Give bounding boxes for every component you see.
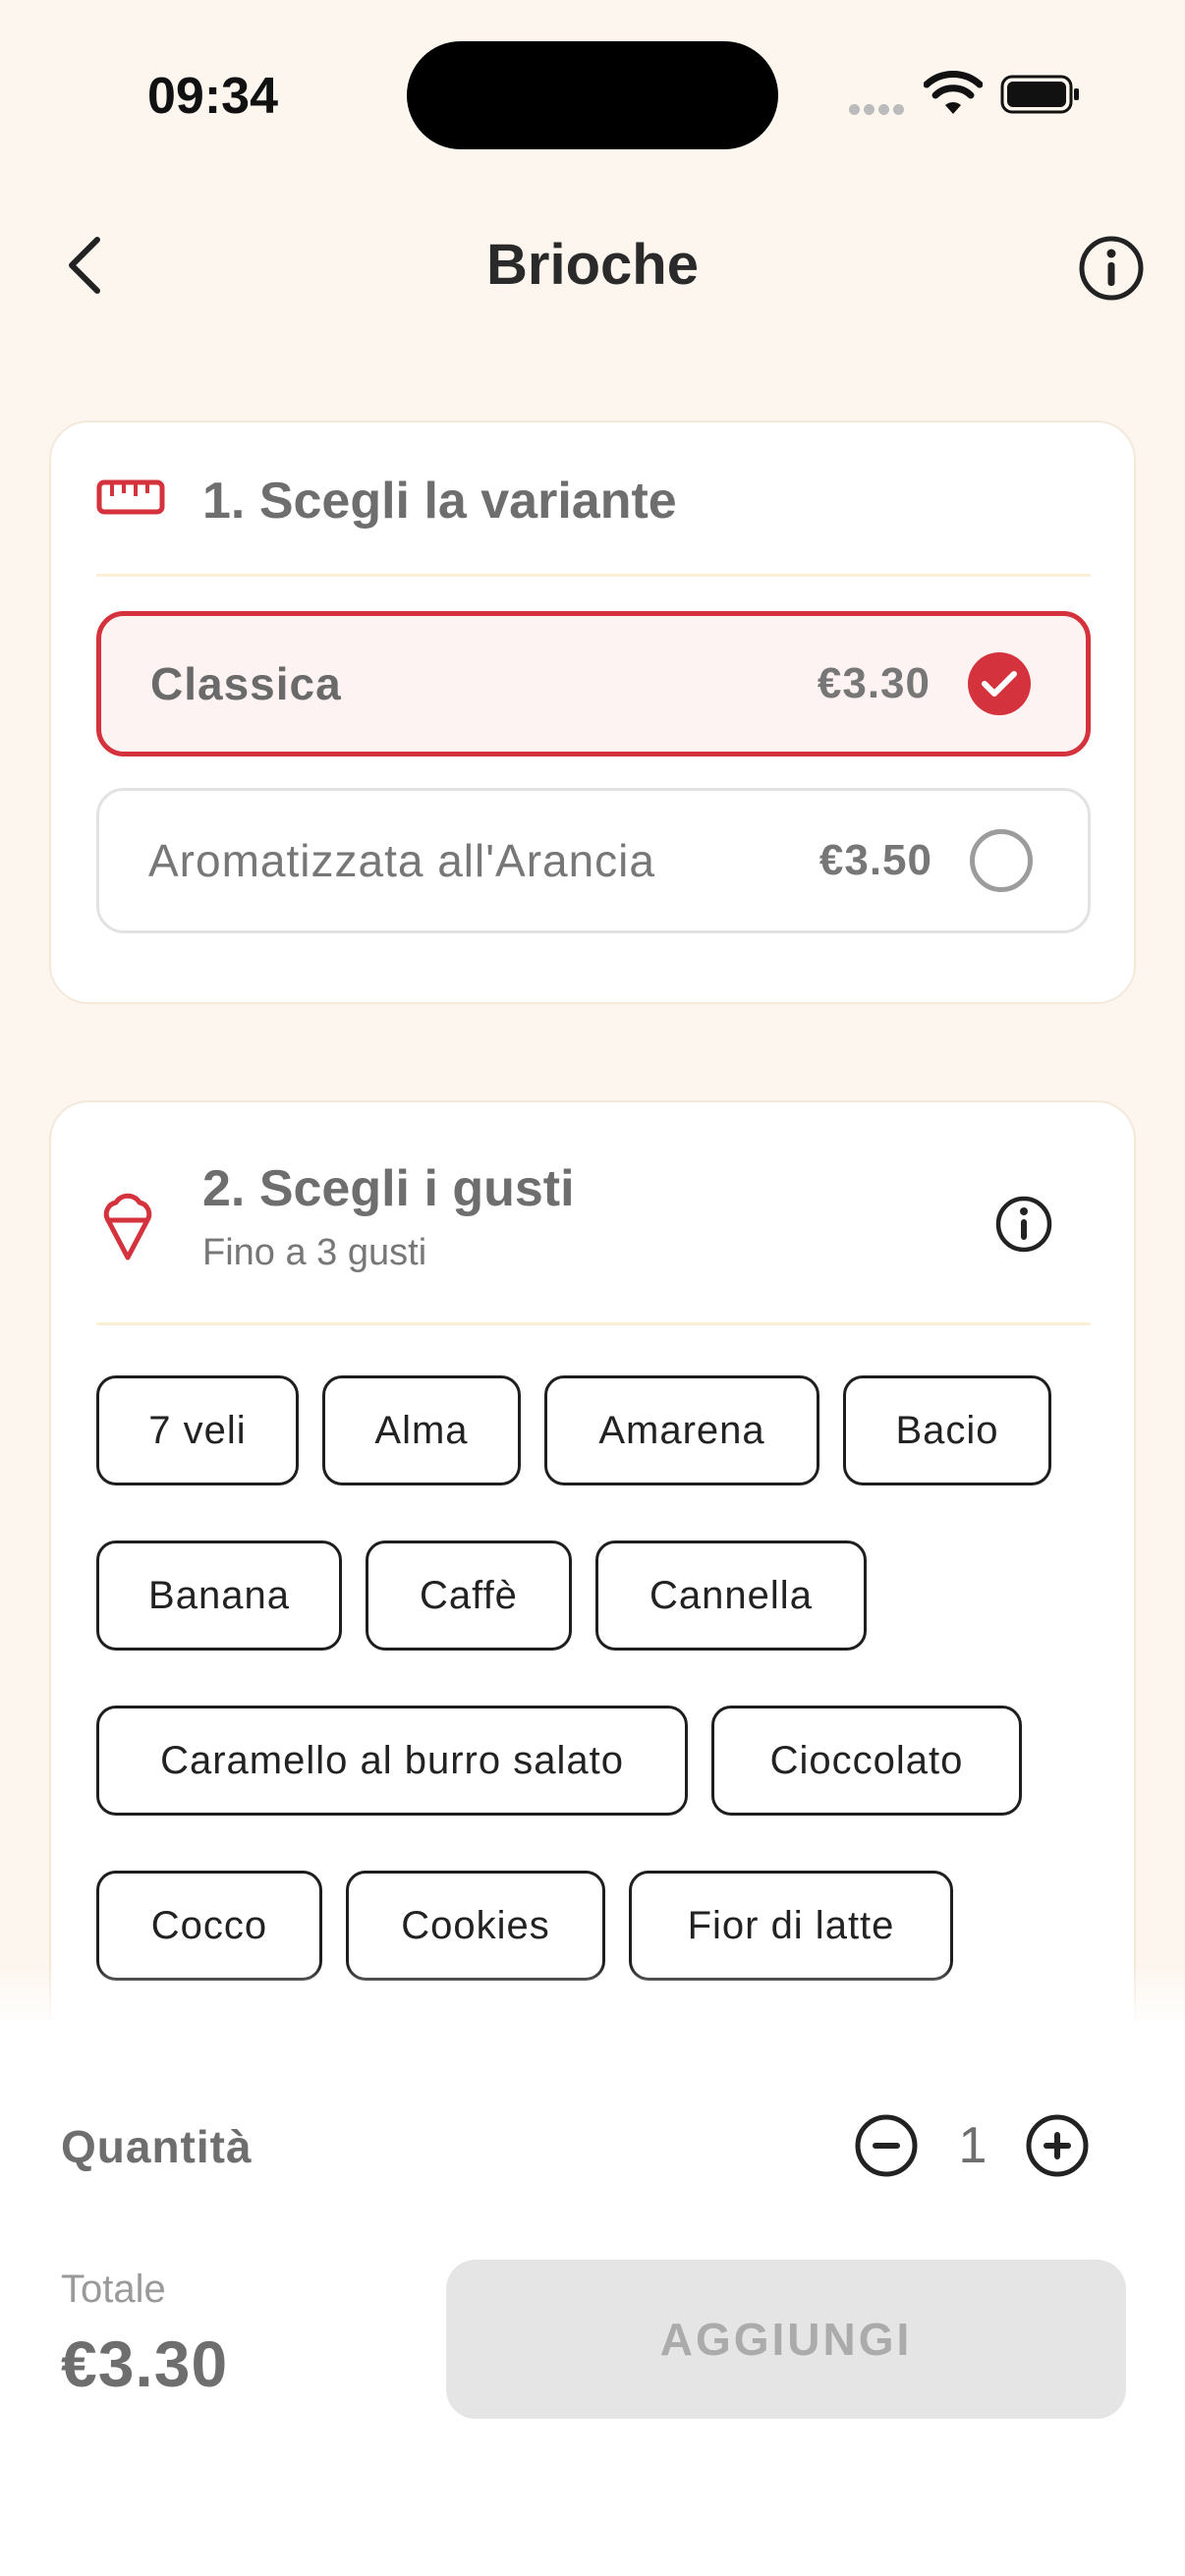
info-icon[interactable] xyxy=(1075,232,1148,305)
flavor-chip[interactable]: Caramello al burro salato xyxy=(96,1706,688,1816)
ice-cream-icon xyxy=(103,1193,152,1260)
flavor-section-title: 2. Scegli i gusti xyxy=(202,1160,575,1217)
header: Brioche xyxy=(0,206,1185,324)
quantity-label: Quantità xyxy=(61,2121,253,2172)
battery-icon xyxy=(1000,75,1079,114)
flavor-chip[interactable]: Amarena xyxy=(544,1375,819,1485)
divider xyxy=(96,1322,1091,1325)
flavor-chip[interactable]: Cannella xyxy=(595,1540,867,1651)
flavor-chip[interactable]: Cioccolato xyxy=(711,1706,1022,1816)
total-label: Totale xyxy=(61,2268,166,2311)
quantity-value: 1 xyxy=(958,2117,988,2174)
flavor-chip[interactable]: 7 veli xyxy=(96,1375,299,1485)
status-time: 09:34 xyxy=(147,68,278,125)
cellular-signal-icon xyxy=(849,102,908,116)
variant-option-price: €3.50 xyxy=(818,836,932,884)
minus-circle-icon[interactable] xyxy=(853,2112,920,2179)
radio-empty-icon xyxy=(970,829,1033,892)
info-icon[interactable] xyxy=(992,1193,1055,1256)
flavor-chip[interactable]: Caffè xyxy=(366,1540,572,1651)
flavor-chip[interactable]: Alma xyxy=(322,1375,521,1485)
flavor-section-subtitle: Fino a 3 gusti xyxy=(202,1232,427,1273)
check-icon xyxy=(968,652,1031,715)
variant-option-price: €3.30 xyxy=(817,659,931,707)
scroll-fade xyxy=(0,1965,1185,2024)
variant-option-classica[interactable]: Classica €3.30 xyxy=(96,611,1091,756)
bottom-panel: Quantità 1 Totale €3.30 AGGIUNGI xyxy=(0,2022,1185,2576)
wifi-icon xyxy=(924,71,983,114)
add-to-cart-button[interactable]: AGGIUNGI xyxy=(446,2260,1126,2419)
variant-section-title: 1. Scegli la variante xyxy=(202,473,677,530)
plus-circle-icon[interactable] xyxy=(1024,2112,1091,2179)
page-title: Brioche xyxy=(486,233,699,297)
variant-option-arancia[interactable]: Aromatizzata all'Arancia €3.50 xyxy=(96,788,1091,933)
ruler-icon xyxy=(96,479,165,515)
dynamic-island xyxy=(407,41,778,149)
variant-option-label: Classica xyxy=(150,658,342,709)
variant-option-label: Aromatizzata all'Arancia xyxy=(148,835,655,886)
flavor-chip[interactable]: Bacio xyxy=(843,1375,1051,1485)
status-bar: 09:34 xyxy=(0,0,1185,187)
variant-card: 1. Scegli la variante Classica €3.30 Aro… xyxy=(49,420,1136,1004)
total-value: €3.30 xyxy=(61,2327,229,2400)
divider xyxy=(96,574,1091,577)
flavor-chip[interactable]: Banana xyxy=(96,1540,342,1651)
